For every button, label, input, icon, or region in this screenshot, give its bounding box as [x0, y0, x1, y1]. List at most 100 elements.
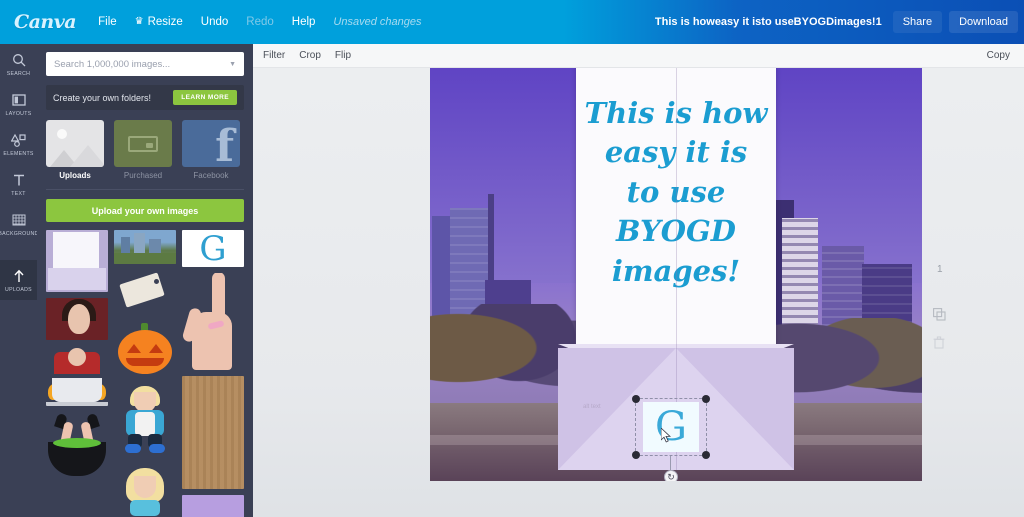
- shoe-shape: [125, 444, 141, 453]
- source-tabs: Uploads Purchased f Facebook: [46, 120, 244, 180]
- text-icon: [12, 172, 26, 189]
- resize-handle-bottom-left[interactable]: [632, 451, 640, 459]
- list-item[interactable]: [114, 384, 176, 460]
- copy-button[interactable]: Copy: [987, 50, 1010, 61]
- wallet-icon: [128, 136, 158, 152]
- shelf-shape: [46, 402, 108, 406]
- layouts-icon: [11, 92, 26, 109]
- head-shape: [68, 348, 86, 366]
- search-input[interactable]: Search 1,000,000 images... ▼: [46, 52, 244, 76]
- canvas-toolbar: Filter Crop Flip Copy: [253, 44, 1024, 68]
- eye-shape: [149, 344, 163, 353]
- thumbnail-column: G: [182, 230, 244, 517]
- resize-handle-bottom-right[interactable]: [702, 451, 710, 459]
- mouth-shape: [126, 358, 164, 366]
- sidebar-item-uploads[interactable]: UPLOADS: [0, 260, 37, 300]
- sidebar-label: ELEMENTS: [3, 150, 34, 157]
- list-item[interactable]: [182, 375, 244, 489]
- upload-arrow-icon: [12, 268, 26, 285]
- list-item[interactable]: [114, 230, 176, 264]
- face-shape: [134, 476, 156, 498]
- tab-label: Uploads: [59, 171, 91, 180]
- menu-item-undo[interactable]: Undo: [201, 16, 229, 28]
- envelope-shape: [48, 268, 106, 290]
- create-folders-label: Create your own folders!: [53, 92, 152, 103]
- sidebar-item-search[interactable]: SEARCH: [0, 44, 37, 84]
- share-button[interactable]: Share: [892, 11, 943, 33]
- flip-button[interactable]: Flip: [335, 50, 351, 61]
- learn-more-button[interactable]: LEARN MORE: [173, 90, 237, 105]
- chevron-down-icon[interactable]: ▼: [229, 61, 236, 68]
- sidebar-label: BACKGROUND: [0, 230, 39, 237]
- sidebar-label: LAYOUTS: [5, 110, 32, 117]
- save-status: Unsaved changes: [333, 16, 422, 28]
- crown-icon: ♛: [134, 16, 144, 27]
- tab-label: Purchased: [123, 171, 163, 180]
- list-item[interactable]: [182, 273, 244, 370]
- uploads-thumbnail-grid: G: [46, 230, 244, 517]
- sidebar-item-elements[interactable]: ELEMENTS: [0, 124, 37, 164]
- list-item[interactable]: [114, 270, 176, 314]
- list-item[interactable]: [114, 320, 176, 378]
- page-number: 1: [937, 264, 943, 275]
- uploads-panel: Search 1,000,000 images... ▼ Create your…: [37, 44, 253, 517]
- tab-purchased[interactable]: Purchased: [114, 120, 172, 180]
- canvas-stage[interactable]: This is how easy it is to use BYOGD imag…: [253, 68, 1024, 517]
- canva-editor: Canva File ♛ Resize Undo Redo Help Unsav…: [0, 0, 1024, 517]
- menu-label: Resize: [147, 16, 183, 28]
- create-folders-banner: Create your own folders! LEARN MORE: [46, 85, 244, 110]
- menu-label: Redo: [246, 16, 274, 28]
- header-left-group: Canva File ♛ Resize Undo Redo Help Unsav…: [0, 0, 439, 44]
- thumbnail-column: [46, 230, 108, 517]
- face-shape: [134, 392, 156, 412]
- download-button[interactable]: Download: [949, 11, 1018, 33]
- tag-shape: [119, 272, 165, 308]
- sidebar-label: SEARCH: [6, 70, 31, 77]
- resize-handle-top-left[interactable]: [632, 395, 640, 403]
- selected-element[interactable]: alt text G ↻: [583, 395, 710, 481]
- tag-hole: [154, 279, 159, 284]
- tab-facebook[interactable]: f Facebook: [182, 120, 240, 180]
- list-item[interactable]: G: [182, 230, 244, 268]
- facebook-icon: f: [215, 121, 234, 168]
- upload-your-own-images-button[interactable]: Upload your own images: [46, 199, 244, 222]
- header-right-group: This is howeasy it isto useBYOGDimages!1…: [655, 0, 1024, 44]
- rail-divider: [0, 244, 37, 260]
- sun-icon: [57, 129, 67, 139]
- design-page[interactable]: This is how easy it is to use BYOGD imag…: [430, 68, 922, 481]
- document-title[interactable]: This is howeasy it isto useBYOGDimages!1: [655, 16, 882, 28]
- thumbnail-column: [114, 230, 176, 517]
- list-item[interactable]: [46, 346, 108, 406]
- sidebar-label: TEXT: [11, 190, 26, 197]
- sidebar-item-layouts[interactable]: LAYOUTS: [0, 84, 37, 124]
- grass-shape: [114, 253, 176, 264]
- tower-shape: [488, 194, 494, 286]
- list-item[interactable]: [46, 298, 108, 340]
- menu-item-resize[interactable]: ♛ Resize: [135, 16, 183, 28]
- duplicate-page-icon[interactable]: [933, 308, 946, 326]
- face-shape: [68, 304, 90, 334]
- delete-page-icon[interactable]: [933, 336, 945, 354]
- list-item[interactable]: [46, 412, 108, 478]
- menu-item-help[interactable]: Help: [292, 16, 316, 28]
- tab-uploads[interactable]: Uploads: [46, 120, 104, 180]
- alt-text-label: alt text: [583, 404, 601, 410]
- rotate-handle[interactable]: ↻: [664, 470, 678, 481]
- sidebar-item-text[interactable]: TEXT: [0, 164, 37, 204]
- bib-shape: [135, 412, 155, 436]
- list-item[interactable]: [182, 494, 244, 517]
- resize-handle-top-right[interactable]: [702, 395, 710, 403]
- canva-logo[interactable]: Canva: [14, 11, 77, 33]
- mountain-icon: [70, 145, 104, 167]
- brew-shape: [53, 438, 101, 448]
- menu-item-redo[interactable]: Redo: [246, 16, 274, 28]
- panel-divider: [46, 189, 244, 190]
- crop-button[interactable]: Crop: [299, 50, 321, 61]
- list-item[interactable]: [114, 466, 176, 516]
- filter-button[interactable]: Filter: [263, 50, 285, 61]
- uploads-tab-thumbnail: [46, 120, 104, 167]
- list-item[interactable]: [46, 230, 108, 292]
- sidebar-item-background[interactable]: BACKGROUND: [0, 204, 39, 244]
- menu-label: Help: [291, 16, 316, 28]
- menu-item-file[interactable]: File: [98, 16, 117, 28]
